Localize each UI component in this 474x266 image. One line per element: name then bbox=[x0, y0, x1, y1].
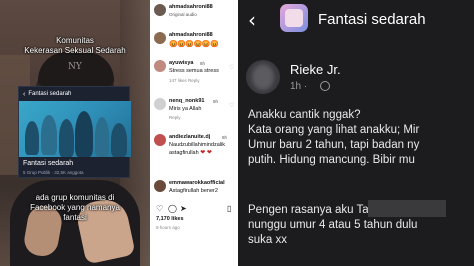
comment-username[interactable]: andiezlanuite.dj bbox=[169, 134, 210, 140]
cover-figure bbox=[111, 123, 127, 157]
header-audio-label[interactable]: Original audio bbox=[169, 12, 197, 17]
group-screenshot-card: ‹ Fantasi sedarah Fantasi sedarah 5 Grup… bbox=[18, 86, 131, 178]
comment-meta[interactable]: 147 likes Reply bbox=[169, 78, 200, 83]
like-heart-icon[interactable]: ♡ bbox=[229, 102, 234, 109]
redaction-box bbox=[368, 200, 446, 217]
comment-text: 😡😡😡😡😡😡 bbox=[169, 41, 219, 48]
caption-line: Kekerasan Seksual Sedarah bbox=[24, 46, 126, 55]
comment-username[interactable]: emmawarokkaofficial bbox=[169, 180, 225, 186]
facebook-group-post-panel: ‹ Fantasi sedarah Rieke Jr. 1h · Anakku … bbox=[238, 0, 474, 266]
card-header: ‹ Fantasi sedarah bbox=[19, 87, 129, 101]
avatar[interactable] bbox=[154, 180, 166, 192]
bookmark-icon[interactable]: ▯ bbox=[227, 204, 231, 213]
comment-text: Astagfirullah bener2 bbox=[169, 188, 218, 194]
cap-logo-icon: NY bbox=[68, 62, 82, 72]
avatar[interactable] bbox=[154, 134, 166, 146]
comment-meta[interactable]: Reply bbox=[169, 115, 181, 120]
post-text-line: putih. Hidung mancung. Bibir mu bbox=[248, 154, 415, 166]
comment-text: Naudzubillahimindzalik bbox=[169, 142, 225, 148]
comment-time: 8h bbox=[200, 61, 206, 66]
cover-figure bbox=[75, 111, 93, 157]
comment-text: astagfirullah bbox=[169, 150, 199, 156]
avatar[interactable] bbox=[154, 60, 166, 72]
caption-line: ada grup komunitas di bbox=[35, 193, 115, 202]
card-header-title: Fantasi sedarah bbox=[28, 91, 72, 97]
post-text-line: Pengen rasanya aku Tap bbox=[248, 204, 376, 216]
globe-icon bbox=[320, 81, 330, 91]
comment-username[interactable]: nenq_nonk91 bbox=[169, 98, 204, 104]
likes-count[interactable]: 7,170 likes bbox=[156, 216, 184, 222]
group-cover-image bbox=[19, 101, 131, 157]
comment-username[interactable]: ayuwisya bbox=[169, 60, 193, 66]
post-time: 1h · bbox=[290, 81, 308, 92]
comment-bubble-icon[interactable]: ◯ bbox=[168, 204, 177, 213]
caption-line: Komunitas bbox=[56, 36, 94, 45]
instagram-comments-panel[interactable]: ahmadsahroni88 Original audio ahmadsahro… bbox=[150, 0, 238, 266]
comment-text: Stress semua stress bbox=[169, 68, 219, 74]
video-caption-bottom: ada grup komunitas di Facebook yang nama… bbox=[0, 193, 150, 223]
post-text-line: Anakku cantik nggak? bbox=[248, 109, 361, 121]
cover-figure bbox=[95, 117, 109, 157]
share-icon[interactable]: ➤ bbox=[180, 204, 187, 213]
post-text-line: Kata orang yang lihat anakku; Mir bbox=[248, 124, 420, 136]
card-group-title: Fantasi sedarah bbox=[23, 160, 74, 167]
post-author[interactable]: Rieke Jr. bbox=[290, 62, 341, 77]
comment-text: Miris ya Allah bbox=[169, 106, 202, 112]
comment-time: 8h bbox=[222, 135, 228, 140]
video-panel[interactable]: NY Komunitas Kekerasan Seksual Sedarah ‹… bbox=[0, 0, 150, 266]
post-date: 9 hours ago bbox=[156, 225, 180, 230]
comment-text: astagfirullah ❤ ❤ bbox=[169, 150, 212, 157]
avatar[interactable] bbox=[154, 32, 166, 44]
avatar[interactable] bbox=[246, 60, 280, 94]
cover-figure bbox=[41, 115, 57, 155]
post-text-line: nunggu umur 4 atau 5 tahun dulu bbox=[248, 219, 418, 231]
header-username[interactable]: ahmadsahroni88 bbox=[169, 4, 213, 10]
like-heart-icon[interactable]: ♡ bbox=[156, 204, 163, 213]
card-group-subtitle: 5 Grup Publik · 32,5K anggota bbox=[23, 170, 84, 175]
screenshot-collage: NY Komunitas Kekerasan Seksual Sedarah ‹… bbox=[0, 0, 474, 266]
group-title[interactable]: Fantasi sedarah bbox=[318, 11, 426, 28]
like-heart-icon[interactable]: ♡ bbox=[229, 64, 234, 71]
avatar[interactable] bbox=[154, 4, 166, 16]
caption-line: Facebook yang namanya bbox=[30, 203, 120, 212]
comment-username[interactable]: ahmadsahroni88 bbox=[169, 32, 213, 38]
video-caption-top: Komunitas Kekerasan Seksual Sedarah bbox=[0, 36, 150, 56]
back-arrow-icon: ‹ bbox=[23, 90, 26, 98]
back-arrow-icon[interactable]: ‹ bbox=[248, 8, 256, 32]
caption-line: fantasi bbox=[63, 213, 87, 222]
avatar[interactable] bbox=[154, 98, 166, 110]
red-heart-icon: ❤ ❤ bbox=[200, 150, 212, 156]
cover-figure bbox=[25, 121, 39, 155]
post-text-line: Umur baru 2 tahun, tapi badan ny bbox=[248, 139, 420, 151]
post-text-line: suka xx bbox=[248, 234, 287, 246]
comment-time: 9h bbox=[213, 99, 219, 104]
group-icon[interactable] bbox=[280, 4, 308, 32]
cover-figure bbox=[59, 119, 74, 157]
